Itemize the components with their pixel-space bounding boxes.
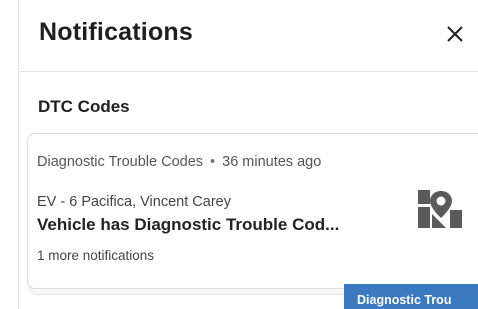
notifications-panel: Notifications DTC Codes Diagnostic Troub… xyxy=(0,0,478,309)
section-title: DTC Codes xyxy=(38,97,130,116)
notification-time: 36 minutes ago xyxy=(222,154,322,170)
panel-header: Notifications xyxy=(19,0,478,72)
notification-meta: Diagnostic Trouble Codes • 36 minutes ago xyxy=(37,154,321,170)
tooltip: Diagnostic Trou xyxy=(344,284,478,309)
notification-vehicle: EV - 6 Pacifica, Vincent Carey xyxy=(37,194,231,210)
notification-category: Diagnostic Trouble Codes xyxy=(37,154,204,170)
more-notifications-link[interactable]: 1 more notifications xyxy=(37,248,154,263)
map-location-icon[interactable] xyxy=(418,190,464,228)
close-icon xyxy=(447,26,463,42)
panel-title: Notifications xyxy=(39,18,193,46)
notification-message: Vehicle has Diagnostic Trouble Cod... xyxy=(37,215,340,234)
close-button[interactable] xyxy=(426,17,466,53)
meta-separator: • xyxy=(210,154,216,170)
